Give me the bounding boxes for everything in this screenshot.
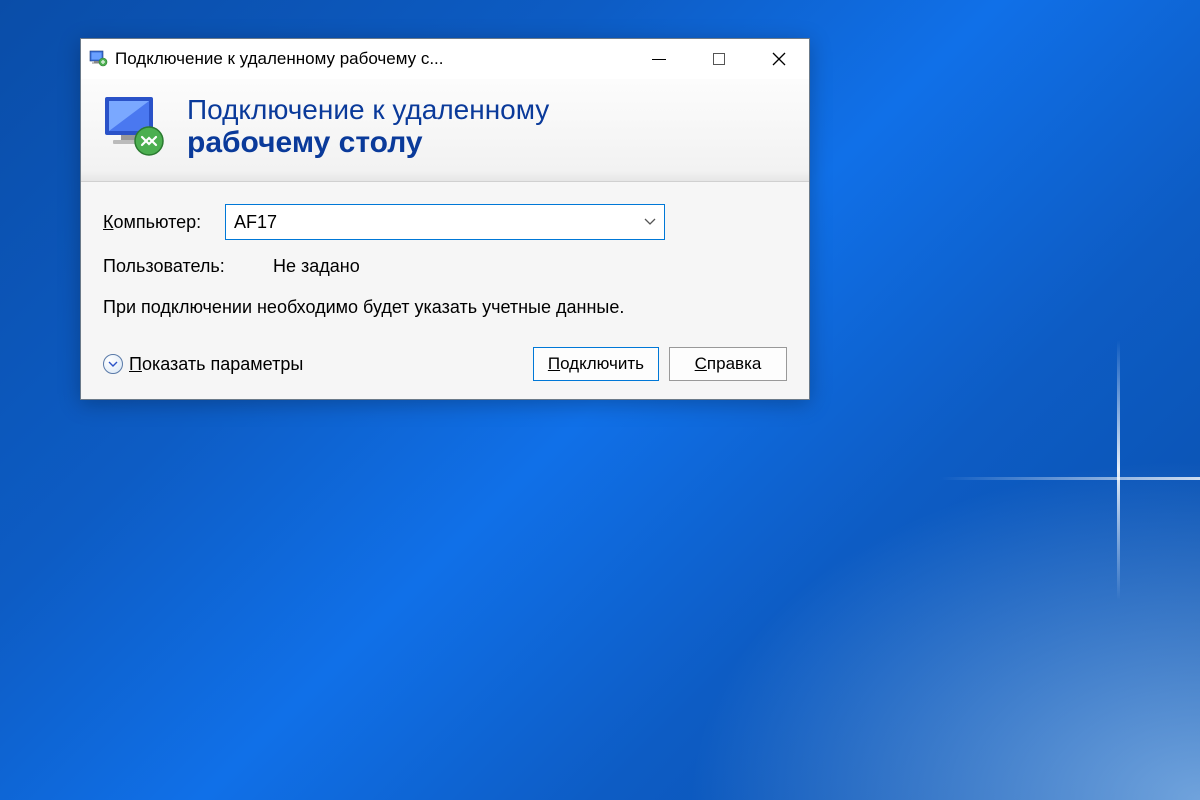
- titlebar[interactable]: Подключение к удаленному рабочему с...: [81, 39, 809, 79]
- window-title: Подключение к удаленному рабочему с...: [115, 49, 629, 69]
- help-button[interactable]: Справка: [669, 347, 787, 381]
- dialog-header-text: Подключение к удаленному рабочему столу: [187, 94, 549, 161]
- rdp-app-icon: [89, 49, 109, 69]
- computer-combobox[interactable]: [225, 204, 665, 240]
- desktop-background-light: [600, 400, 1200, 800]
- computer-input[interactable]: [234, 212, 656, 233]
- rdp-window: Подключение к удаленному рабочему с... П…: [80, 38, 810, 400]
- action-buttons: Подключить Справка: [533, 347, 787, 381]
- computer-label: Компьютер:: [103, 212, 225, 233]
- maximize-button[interactable]: [689, 39, 749, 79]
- close-button[interactable]: [749, 39, 809, 79]
- expand-down-icon: [103, 354, 123, 374]
- dialog-header: Подключение к удаленному рабочему столу: [81, 79, 809, 182]
- dialog-footer: Показать параметры Подключить Справка: [103, 347, 787, 381]
- desktop-light-streak-horizontal: [940, 477, 1200, 480]
- rdp-large-icon: [99, 91, 171, 163]
- header-line1: Подключение к удаленному: [187, 94, 549, 126]
- show-options-toggle[interactable]: Показать параметры: [103, 354, 303, 375]
- minimize-button[interactable]: [629, 39, 689, 79]
- window-controls: [629, 39, 809, 79]
- show-options-label: Показать параметры: [129, 354, 303, 375]
- computer-row: Компьютер:: [103, 204, 787, 240]
- connect-button[interactable]: Подключить: [533, 347, 659, 381]
- user-label: Пользователь:: [103, 256, 273, 277]
- credentials-info: При подключении необходимо будет указать…: [103, 295, 787, 319]
- chevron-down-icon[interactable]: [644, 213, 656, 231]
- desktop-light-streak-vertical: [1117, 340, 1120, 600]
- user-value: Не задано: [273, 256, 360, 277]
- header-line2: рабочему столу: [187, 126, 549, 161]
- user-row: Пользователь: Не задано: [103, 256, 787, 277]
- dialog-body: Компьютер: Пользователь: Не задано При п…: [81, 182, 809, 399]
